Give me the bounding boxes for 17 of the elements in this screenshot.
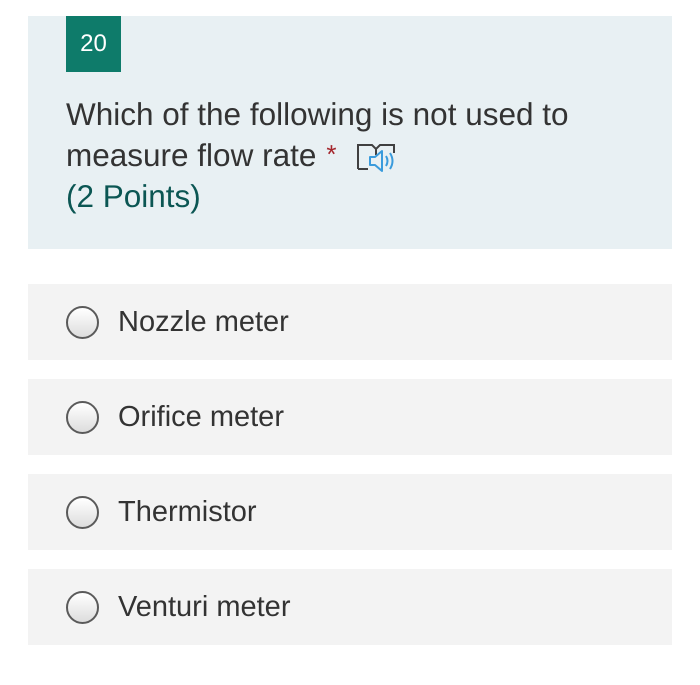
radio-button[interactable]	[66, 400, 99, 434]
option-label: Thermistor	[118, 496, 257, 528]
radio-button[interactable]	[66, 496, 99, 528]
radio-button[interactable]	[66, 590, 99, 624]
radio-button[interactable]	[66, 306, 99, 338]
answer-option[interactable]: Orifice meter	[28, 379, 672, 455]
required-asterisk: *	[326, 141, 336, 167]
answer-option[interactable]: Thermistor	[28, 474, 672, 550]
option-label: Venturi meter	[118, 590, 290, 624]
answer-option[interactable]: Venturi meter	[28, 569, 672, 645]
points-label: (2 Points)	[66, 177, 201, 216]
option-label: Orifice meter	[118, 400, 284, 434]
question-text: measure flow rate	[66, 136, 316, 175]
option-label: Nozzle meter	[118, 306, 289, 338]
answer-option[interactable]: Nozzle meter	[28, 284, 672, 360]
question-number: 20	[66, 16, 121, 72]
question-text: Which of the following is not used to	[66, 95, 569, 134]
